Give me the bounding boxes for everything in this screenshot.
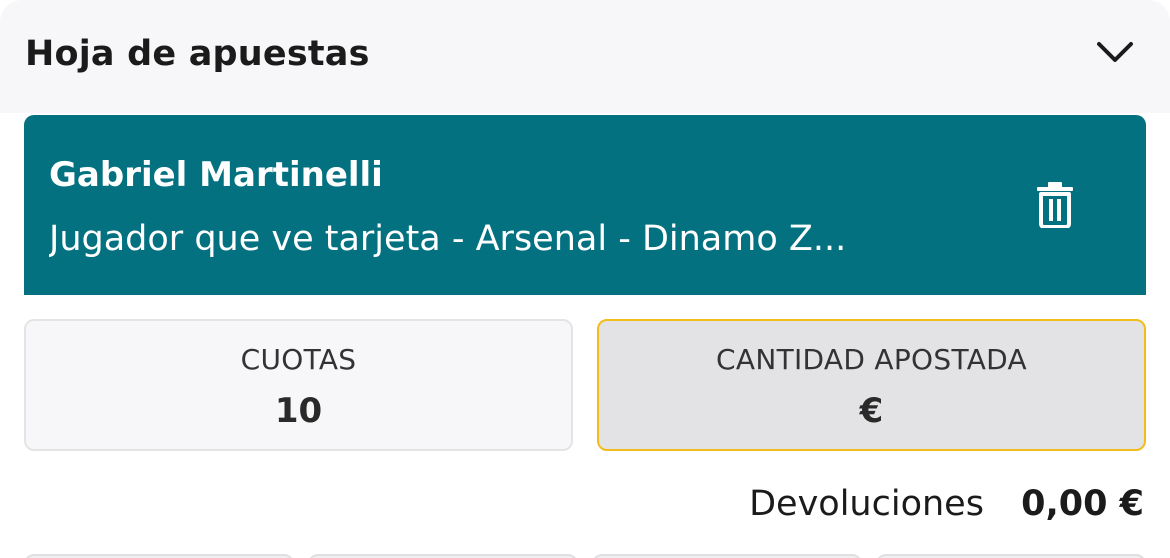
betslip-title: Hoja de apuestas xyxy=(25,34,370,74)
selection-player-name: Gabriel Martinelli xyxy=(49,155,383,195)
bet-selection-card: Gabriel Martinelli Jugador que ve tarjet… xyxy=(24,115,1146,295)
chevron-down-icon[interactable] xyxy=(1094,36,1136,72)
odds-box: CUOTAS 10 xyxy=(24,319,573,451)
quick-stake-button[interactable] xyxy=(308,554,578,558)
betslip-header[interactable]: Hoja de apuestas xyxy=(0,0,1170,113)
returns-value: 0,00 € xyxy=(1021,484,1144,524)
quick-stake-button[interactable] xyxy=(876,554,1146,558)
betslip-panel: Hoja de apuestas Gabriel Martinelli Juga… xyxy=(0,0,1170,558)
odds-value: 10 xyxy=(274,391,323,431)
returns-row: Devoluciones 0,00 € xyxy=(749,484,1144,524)
quick-stake-button[interactable] xyxy=(24,554,294,558)
trash-icon[interactable] xyxy=(1035,182,1075,229)
selection-market: Jugador que ve tarjeta - Arsenal - Dinam… xyxy=(49,219,847,259)
quick-stake-button[interactable] xyxy=(592,554,862,558)
odds-label: CUOTAS xyxy=(240,343,357,376)
stake-label: CANTIDAD APOSTADA xyxy=(716,343,1027,376)
stake-value[interactable]: € xyxy=(599,391,1144,431)
stake-input[interactable]: CANTIDAD APOSTADA € xyxy=(597,319,1146,451)
returns-label: Devoluciones xyxy=(749,484,984,524)
